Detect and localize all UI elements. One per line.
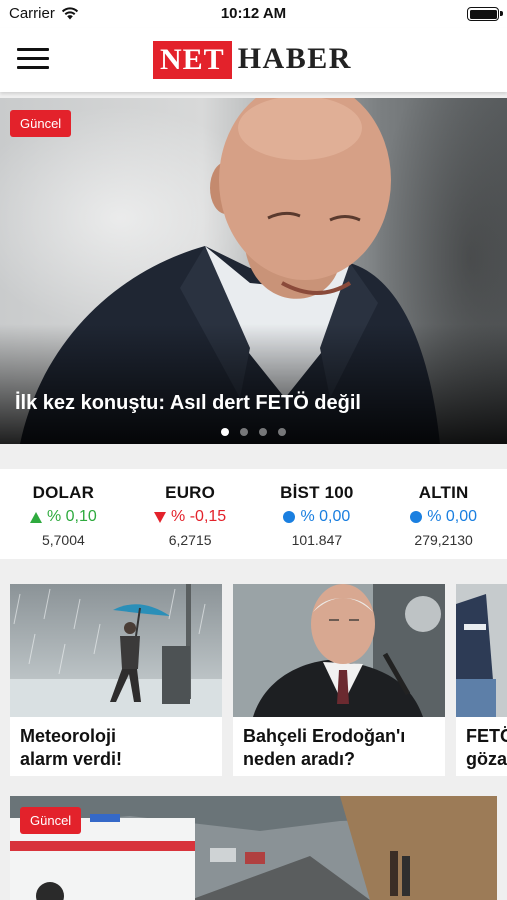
market-change: % -0,15 [171,508,227,525]
market-name: ALTIN [418,483,469,502]
news-card-meteoroloji[interactable]: Meteoroloji alarm verdi! [10,584,222,776]
news-card-image [456,584,507,717]
news-card-title: FETÖ göza [466,726,507,769]
news-card-feto[interactable]: FETÖ göza [456,584,507,776]
market-name: EURO [165,483,216,502]
news-card-title: Bahçeli Erodoğan'ı neden aradı? [243,726,406,769]
news-card-image [233,584,445,717]
feature-news-image [10,796,497,900]
market-change: % 0,10 [46,508,97,525]
arrow-up-icon [29,511,42,523]
hero-headline[interactable]: İlk kez konuştu: Asıl dert FETÖ değil [15,392,361,415]
hamburger-menu-icon[interactable] [17,48,49,72]
nethaber-logo[interactable]: NET HABER [153,41,352,79]
neutral-dot-icon [283,511,296,523]
slider-dot-4[interactable] [278,428,286,436]
slider-pagination [0,428,507,436]
feature-news-card[interactable]: Güncel [10,796,497,900]
market-item-altin[interactable]: ALTIN % 0,00 279,2130 [380,469,507,559]
market-value: 101.847 [291,532,343,548]
market-change: % 0,00 [300,508,351,525]
arrow-down-icon [154,511,167,523]
market-change: % 0,00 [427,508,478,525]
market-value: 5,7004 [41,532,85,548]
market-item-bist100[interactable]: BİST 100 % 0,00 101.847 [254,469,381,559]
news-card-image [10,584,222,717]
news-card-carousel[interactable]: Meteoroloji alarm verdi! Bahçeli Erodoğa… [10,584,507,776]
status-bar: Carrier 10:12 AM [0,0,507,28]
news-card-bahceli[interactable]: Bahçeli Erodoğan'ı neden aradı? [233,584,445,776]
market-item-euro[interactable]: EURO % -0,15 6,2715 [127,469,254,559]
slider-dot-1[interactable] [221,428,229,436]
slider-dot-2[interactable] [240,428,248,436]
market-value: 6,2715 [168,532,212,548]
clock: 10:12 AM [220,5,287,22]
hero-category-badge[interactable]: Güncel [10,110,72,137]
market-value: 279,2130 [414,532,473,548]
neutral-dot-icon [410,511,423,523]
logo-net-text: NET [153,41,232,79]
market-name: DOLAR [32,483,95,502]
slider-dot-3[interactable] [259,428,267,436]
feature-category-badge[interactable]: Güncel [20,807,82,834]
top-navigation-bar: NET HABER [0,28,507,92]
market-item-dolar[interactable]: DOLAR % 0,10 5,7004 [0,469,127,559]
market-ticker: DOLAR % 0,10 5,7004 EURO % -0,15 6,2715 … [0,469,507,559]
news-card-title: Meteoroloji alarm verdi! [20,726,123,769]
battery-icon [467,7,503,21]
hero-news-slider[interactable]: Güncel İlk kez konuştu: Asıl dert FETÖ d… [0,98,507,444]
logo-haber-text: HABER [237,42,352,75]
market-name: BİST 100 [280,483,354,502]
